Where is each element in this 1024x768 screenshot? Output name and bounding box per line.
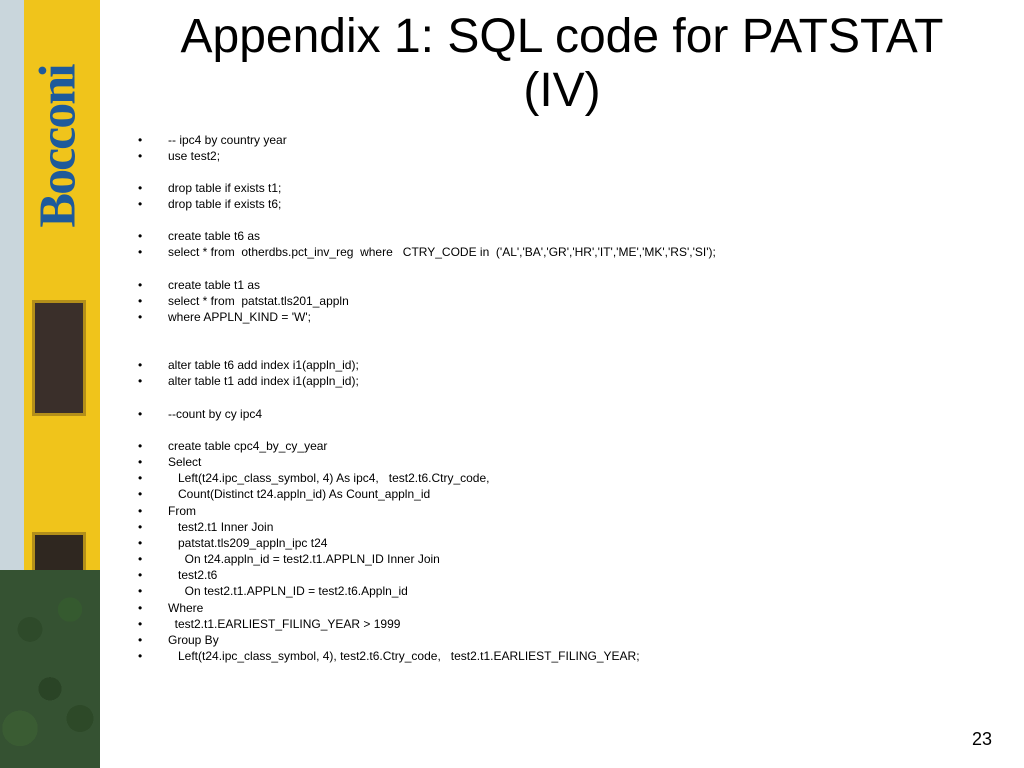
code-line: patstat.tls209_appln_ipc t24: [126, 535, 1004, 551]
bush: [0, 570, 100, 768]
code-line: On t24.appln_id = test2.t1.APPLN_ID Inne…: [126, 551, 1004, 567]
code-line: select * from otherdbs.pct_inv_reg where…: [126, 244, 1004, 260]
code-line: Count(Distinct t24.appln_id) As Count_ap…: [126, 486, 1004, 502]
code-line: test2.t6: [126, 567, 1004, 583]
slide-content: Appendix 1: SQL code for PATSTAT (IV) --…: [100, 0, 1024, 768]
code-line: test2.t1 Inner Join: [126, 519, 1004, 535]
code-line: [126, 212, 1004, 228]
sky-strip: [0, 0, 24, 590]
code-line: drop table if exists t1;: [126, 180, 1004, 196]
code-line: drop table if exists t6;: [126, 196, 1004, 212]
code-line: [126, 325, 1004, 341]
code-line: select * from patstat.tls201_appln: [126, 293, 1004, 309]
page-number: 23: [972, 729, 992, 750]
code-line: Left(t24.ipc_class_symbol, 4), test2.t6.…: [126, 648, 1004, 664]
code-line: use test2;: [126, 148, 1004, 164]
code-line: Left(t24.ipc_class_symbol, 4) As ipc4, t…: [126, 470, 1004, 486]
code-line: From: [126, 503, 1004, 519]
slide-title: Appendix 1: SQL code for PATSTAT (IV): [160, 10, 964, 118]
code-line: [126, 341, 1004, 357]
code-line: [126, 422, 1004, 438]
code-line: alter table t6 add index i1(appln_id);: [126, 357, 1004, 373]
code-line: alter table t1 add index i1(appln_id);: [126, 373, 1004, 389]
bocconi-logo: Bocconi: [26, 10, 90, 282]
logo-text: Bocconi: [29, 65, 88, 227]
code-line: create table t1 as: [126, 277, 1004, 293]
code-line: --count by cy ipc4: [126, 406, 1004, 422]
code-line: -- ipc4 by country year: [126, 132, 1004, 148]
sql-code-block: -- ipc4 by country yearuse test2; drop t…: [120, 132, 1004, 665]
code-line: Select: [126, 454, 1004, 470]
code-line: Where: [126, 600, 1004, 616]
window-upper: [32, 300, 86, 416]
code-line: Group By: [126, 632, 1004, 648]
code-line: [126, 164, 1004, 180]
code-line: On test2.t1.APPLN_ID = test2.t6.Appln_id: [126, 583, 1004, 599]
code-line: where APPLN_KIND = 'W';: [126, 309, 1004, 325]
slide: Bocconi Appendix 1: SQL code for PATSTAT…: [0, 0, 1024, 768]
code-line: [126, 261, 1004, 277]
sidebar-photo: Bocconi: [0, 0, 100, 768]
code-line: test2.t1.EARLIEST_FILING_YEAR > 1999: [126, 616, 1004, 632]
code-line: [126, 390, 1004, 406]
window-lower: [32, 532, 86, 573]
code-line: create table t6 as: [126, 228, 1004, 244]
code-line: create table cpc4_by_cy_year: [126, 438, 1004, 454]
